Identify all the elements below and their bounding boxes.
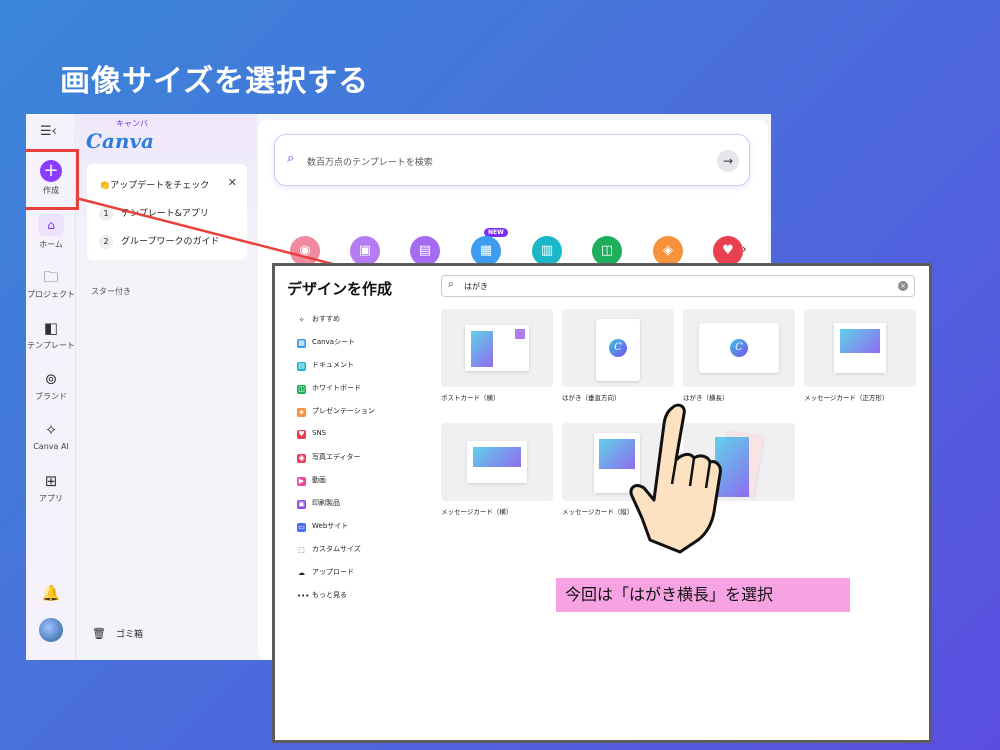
nav-icon: ◉ bbox=[297, 454, 306, 463]
clear-icon[interactable]: × bbox=[898, 281, 908, 291]
nav-item[interactable]: ◉ 写真エディター bbox=[297, 452, 361, 463]
template-message-card-landscape[interactable] bbox=[441, 423, 553, 501]
nav-item[interactable]: ▤ ドキュメント bbox=[297, 360, 354, 371]
template-postcard-horizontal[interactable]: C bbox=[683, 309, 795, 387]
nav-label: 動画 bbox=[312, 476, 326, 484]
nav-label: Canvaシート bbox=[312, 338, 356, 346]
nav-item[interactable]: ◈ プレゼンテーション bbox=[297, 406, 375, 417]
nav-icon: ▶ bbox=[297, 477, 306, 486]
template-postcard-landscape[interactable] bbox=[441, 309, 553, 387]
instruction-caption: 今回は「はがき横長」を選択 bbox=[556, 578, 850, 612]
nav-icon: ☁ bbox=[298, 569, 305, 577]
nav-item[interactable]: ▭ Webサイト bbox=[297, 521, 348, 532]
nav-item[interactable]: ◫ ホワイトボード bbox=[297, 383, 361, 394]
nav-label: 写真エディター bbox=[312, 453, 361, 461]
nav-icon: ♥ bbox=[297, 430, 306, 439]
nav-label: もっと見る bbox=[312, 591, 347, 599]
nav-item[interactable]: ✧ おすすめ bbox=[297, 314, 340, 325]
nav-label: アップロード bbox=[312, 568, 354, 576]
nav-item[interactable]: ♥ SNS bbox=[297, 429, 326, 439]
template-postcard-portrait[interactable]: C bbox=[562, 309, 674, 387]
nav-label: Webサイト bbox=[312, 522, 349, 530]
nav-item[interactable]: ☁ アップロード bbox=[297, 567, 354, 578]
nav-item[interactable]: ▶ 動画 bbox=[297, 475, 326, 486]
nav-icon: ▦ bbox=[297, 339, 306, 348]
nav-icon: ••• bbox=[297, 592, 310, 600]
template-label: メッセージカード（横） bbox=[441, 508, 513, 516]
nav-icon: ▭ bbox=[297, 523, 306, 532]
nav-icon: ✧ bbox=[298, 316, 305, 324]
nav-label: 印刷製品 bbox=[312, 499, 340, 507]
dialog-title: デザインを作成 bbox=[287, 280, 393, 298]
nav-label: プレゼンテーション bbox=[312, 407, 375, 415]
template-label: はがき（垂直方向） bbox=[562, 394, 621, 402]
nav-item[interactable]: ⬚ カスタムサイズ bbox=[297, 544, 361, 555]
nav-item[interactable]: ▦ Canvaシート bbox=[297, 337, 355, 348]
template-label: ポストカード（横） bbox=[441, 394, 500, 402]
nav-icon: ⬚ bbox=[298, 546, 305, 554]
nav-label: カスタムサイズ bbox=[312, 545, 361, 553]
nav-icon: ◫ bbox=[297, 385, 306, 394]
template-label: メッセージカード（正方形） bbox=[804, 394, 889, 402]
create-design-dialog: デザインを作成 ⌕ はがき × ✧ おすすめ ▦ Canvaシート ▤ ドキュメント ◫ ホワ… bbox=[272, 263, 932, 743]
template-message-card-square[interactable] bbox=[804, 309, 916, 387]
canva-logo-icon: C bbox=[730, 339, 748, 357]
nav-icon: ▣ bbox=[297, 500, 306, 509]
nav-icon: ◈ bbox=[297, 408, 306, 417]
nav-label: SNS bbox=[312, 429, 327, 437]
canva-logo-icon: C bbox=[609, 339, 627, 357]
pointing-hand-icon bbox=[629, 403, 722, 554]
nav-label: ホワイトボード bbox=[312, 384, 361, 392]
nav-item[interactable]: ▣ 印刷製品 bbox=[297, 498, 340, 509]
nav-item[interactable]: ••• もっと見る bbox=[297, 590, 347, 601]
nav-icon: ▤ bbox=[297, 362, 306, 371]
search-value: はがき bbox=[464, 282, 488, 291]
dialog-search-input[interactable]: ⌕ はがき × bbox=[441, 275, 915, 297]
search-icon: ⌕ bbox=[448, 279, 454, 290]
nav-label: ドキュメント bbox=[312, 361, 354, 369]
nav-label: おすすめ bbox=[312, 315, 340, 323]
